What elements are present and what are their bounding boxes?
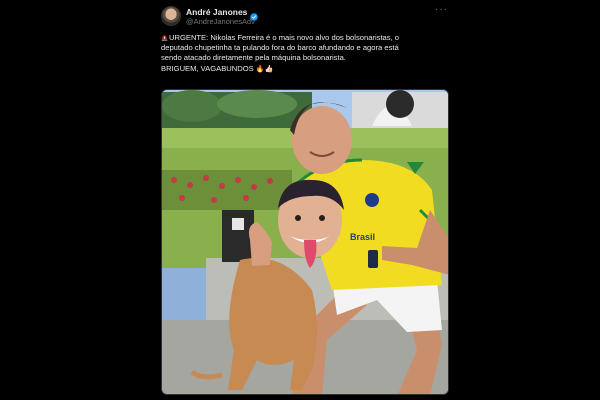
- verified-badge-icon: [250, 8, 259, 21]
- tweet-line-4: BRIGUEM, VAGABUNDOS 🔥👍🏻: [161, 64, 453, 74]
- fire-thumbs-up-emoji-icon: 🔥👍🏻: [255, 64, 274, 73]
- tweet-text: URGENTE: Nikolas Ferreira é o mais novo …: [161, 33, 453, 74]
- siren-emoji-icon: [161, 34, 168, 41]
- tweet-card[interactable]: André Janones @AndreJanonesAdv ··· URGEN…: [152, 0, 456, 400]
- tweet-line-2: deputado chupetinha ta pulando fora do b…: [161, 43, 399, 53]
- photo-scene: Brasil: [162, 90, 448, 394]
- more-horizontal-icon[interactable]: ···: [435, 5, 448, 15]
- author-display-name[interactable]: André Janones: [186, 7, 247, 17]
- tweet-line-1: URGENTE: Nikolas Ferreira é o mais novo …: [161, 33, 453, 43]
- author-name-row[interactable]: André Janones: [186, 6, 259, 21]
- tweet-line-4-text: BRIGUEM, VAGABUNDOS: [161, 63, 254, 73]
- avatar[interactable]: [161, 6, 181, 26]
- tweet-line-3: sendo atacado diretamente pela máquina b…: [161, 53, 346, 63]
- author-handle[interactable]: @AndreJanonesAdv: [186, 17, 255, 26]
- shirt-text: Brasil: [350, 232, 375, 242]
- tweet-photo[interactable]: Brasil: [161, 89, 449, 395]
- tweet-line-1-text: URGENTE: Nikolas Ferreira é o mais novo …: [169, 33, 400, 42]
- screen-frame: André Janones @AndreJanonesAdv ··· URGEN…: [0, 0, 600, 400]
